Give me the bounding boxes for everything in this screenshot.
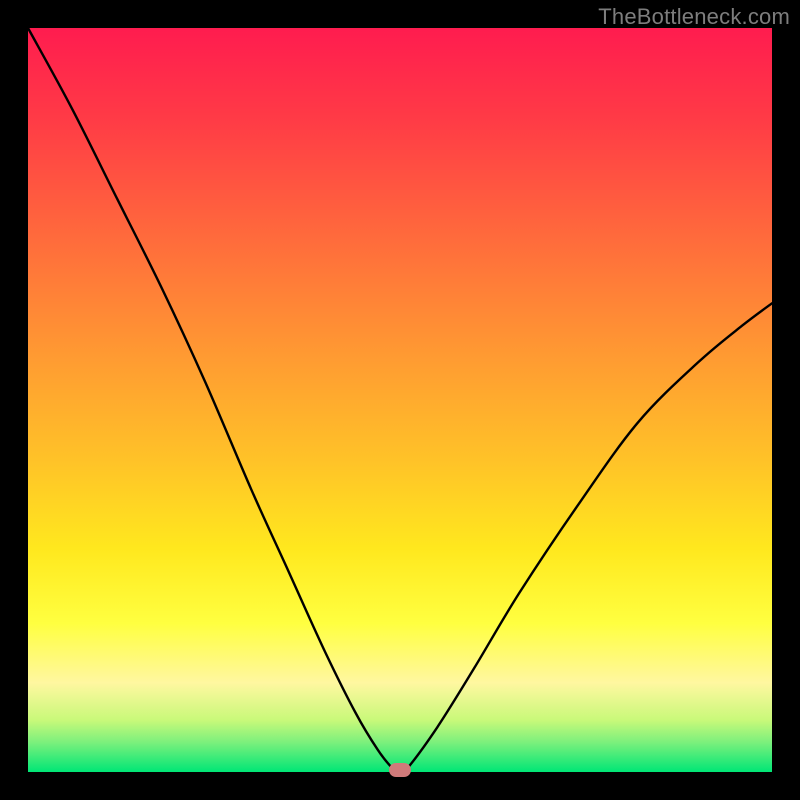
- bottleneck-curve: [0, 0, 800, 800]
- watermark-text: TheBottleneck.com: [598, 4, 790, 30]
- optimum-marker: [389, 763, 411, 777]
- curve-path: [28, 28, 772, 773]
- chart-frame: TheBottleneck.com: [0, 0, 800, 800]
